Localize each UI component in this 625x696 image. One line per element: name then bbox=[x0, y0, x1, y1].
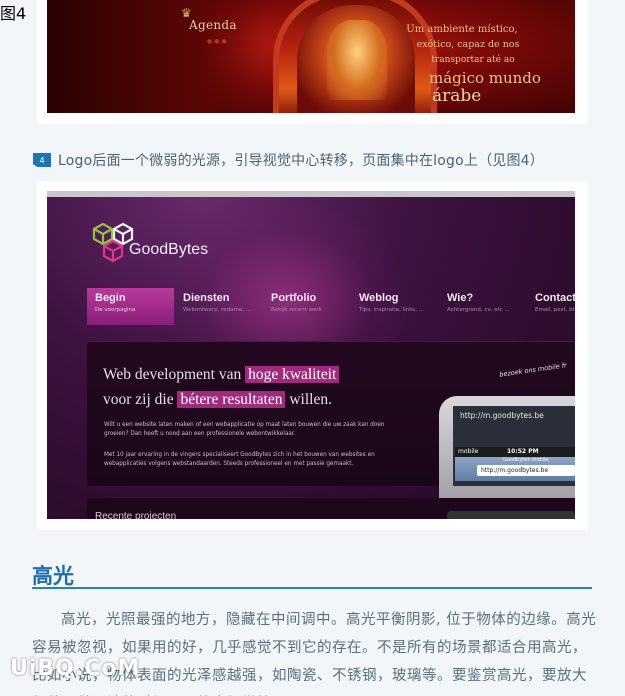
phone-browser-bar: Goodbytes mobile http://m.goodbytes.be bbox=[455, 457, 575, 481]
goodbytes-nav: Begin De voorpagina Diensten Webontwerp,… bbox=[87, 288, 575, 325]
recent-button bbox=[447, 511, 575, 519]
nav-item-portfolio[interactable]: Portfolio Bekijk recent werk bbox=[263, 288, 351, 325]
tagline-line-3: transportar até ao bbox=[431, 55, 515, 65]
caption-text: Logo后面一个微弱的光源，引导视觉中心转移，页面集中在logo上（见图4） bbox=[58, 153, 544, 169]
hero-paragraph-1: Wilt u een website laten maken of een we… bbox=[104, 422, 385, 437]
goodbytes-logo-text: GoodBytes bbox=[129, 241, 209, 258]
recent-projects-heading: Recente projecten bbox=[95, 511, 177, 519]
phone-status-bar: mobile 10:52 PM bbox=[455, 447, 575, 457]
nav-item-weblog[interactable]: Weblog Tips, inspiratie, links, ... bbox=[351, 288, 439, 325]
agenda-label: Agenda bbox=[189, 18, 237, 32]
section-title: 高光 bbox=[32, 564, 74, 588]
example-screenshot-arabic-site: ♛ Agenda ●●● Um ambiente místico, exótic… bbox=[47, 0, 575, 113]
section-divider bbox=[32, 587, 592, 589]
hero-paragraph-2: Met 10 jaar ervaring in de vingers speci… bbox=[104, 452, 375, 467]
example-screenshot-goodbytes: GoodBytes Begin De voorpagina Diensten W… bbox=[47, 191, 575, 519]
tagline-line-5: árabe bbox=[432, 86, 482, 106]
highlight-results: bétere resultaten bbox=[177, 391, 286, 408]
nav-item-diensten[interactable]: Diensten Webontwerp, redame, ... bbox=[175, 288, 263, 325]
highlight-quality: hoge kwaliteit bbox=[245, 366, 340, 383]
nav-item-begin[interactable]: Begin De voorpagina bbox=[87, 288, 174, 325]
tagline-line-2: exótico, capaz de nos bbox=[416, 39, 520, 50]
nav-item-wie[interactable]: Wie? Achtergrond, cv, etc ... bbox=[439, 288, 527, 325]
nav-item-contact[interactable]: Contact Email, post, bt bbox=[527, 288, 575, 325]
dancer-figure bbox=[327, 20, 387, 100]
tagline-line-4: mágico mundo bbox=[429, 69, 541, 87]
figure-caption: 4 Logo后面一个微弱的光源，引导视觉中心转移，页面集中在logo上（见图4） bbox=[33, 150, 544, 170]
hero-headline: Web development van hoge kwaliteit voor … bbox=[103, 362, 340, 412]
section-body: 高光，光照最强的地方，隐藏在中间调中。高光平衡阴影, 位于物体的边缘。高光容易被… bbox=[32, 612, 597, 684]
phone-address-field: http://m.goodbytes.be bbox=[477, 465, 575, 476]
caption-number-badge: 4 bbox=[33, 153, 51, 167]
tagline-line-1: Um ambiente místico, bbox=[406, 24, 518, 35]
site-watermark: UiBQ.CoM bbox=[10, 656, 141, 681]
phone-url-label: http://m.goodbytes.be bbox=[460, 411, 544, 420]
